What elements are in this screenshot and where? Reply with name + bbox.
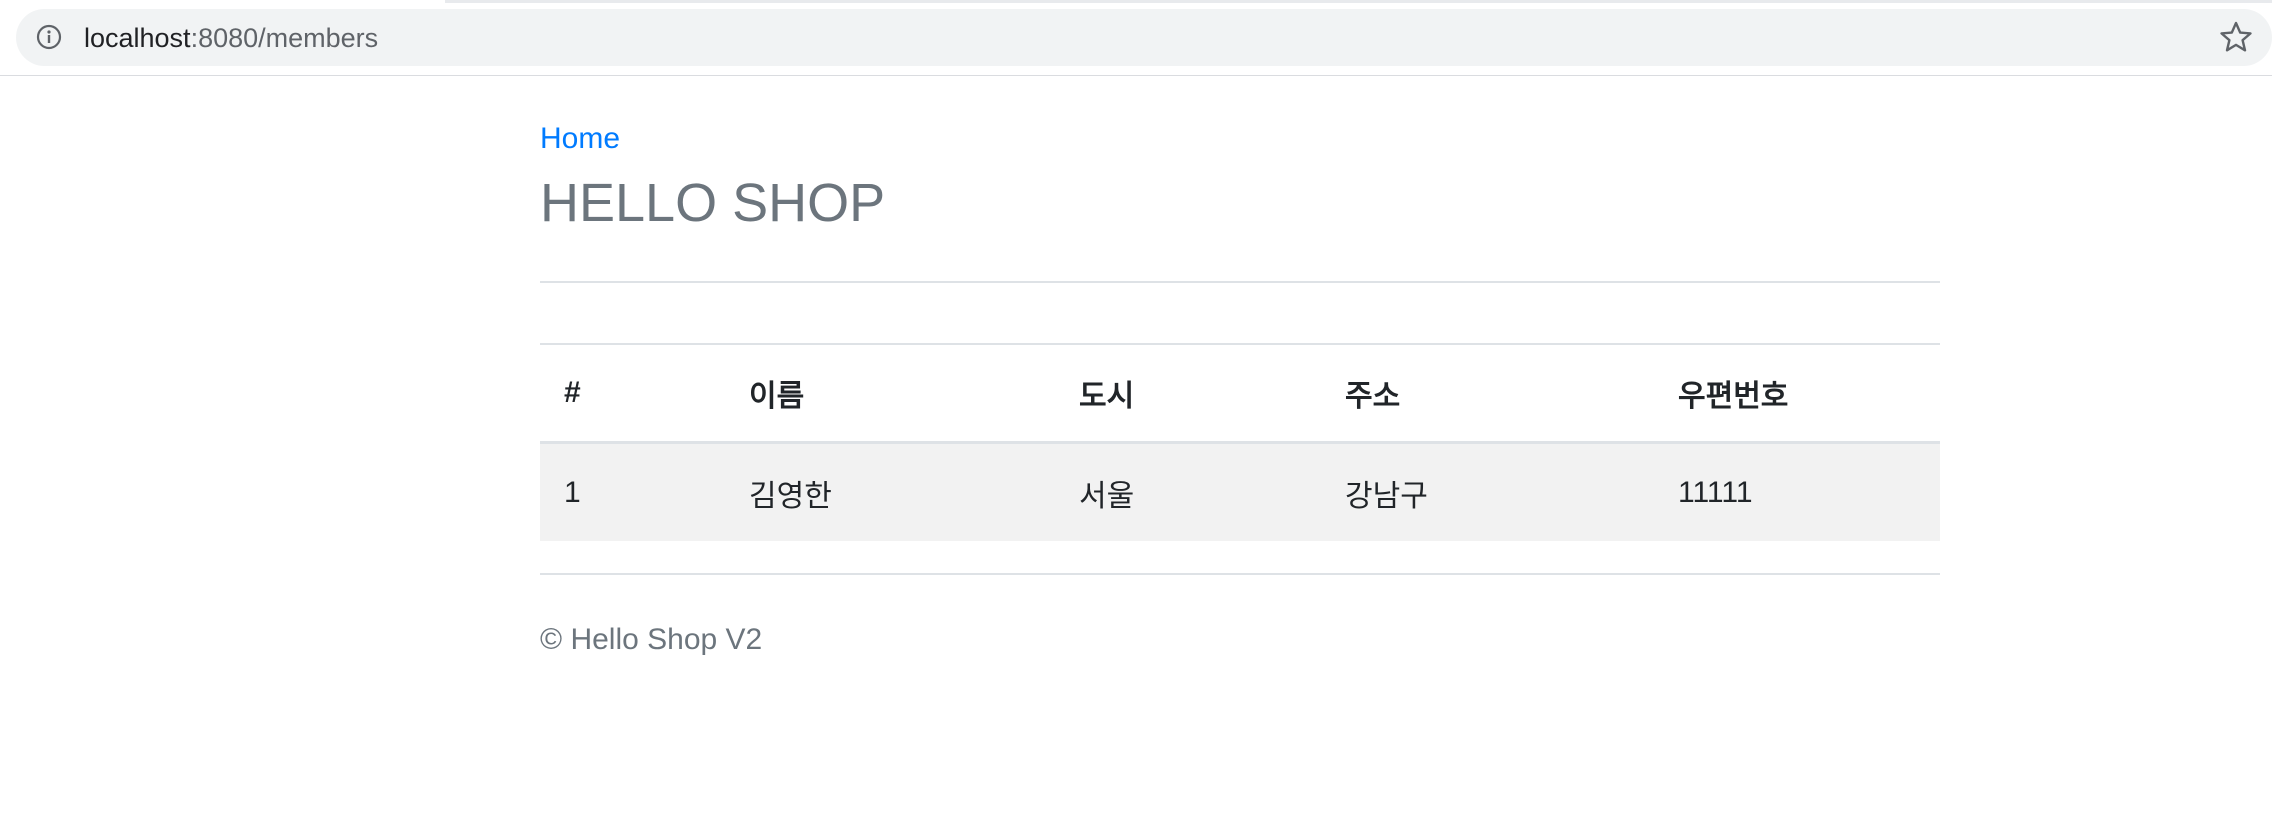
- home-link[interactable]: Home: [540, 121, 620, 157]
- column-header-name: 이름: [725, 343, 1055, 444]
- info-icon[interactable]: [36, 24, 62, 50]
- browser-toolbar: localhost:8080/members: [0, 0, 2272, 76]
- column-header-id: #: [540, 343, 725, 444]
- members-table: # 이름 도시 주소 우편번호 1 김영한 서울 강남구 11111: [540, 343, 1940, 541]
- header-divider: [540, 281, 1940, 283]
- cell-id: 1: [540, 442, 725, 541]
- footer-divider: [540, 573, 1940, 575]
- table-header-row: # 이름 도시 주소 우편번호: [540, 343, 1940, 444]
- star-icon[interactable]: [2219, 20, 2253, 54]
- url-text[interactable]: localhost:8080/members: [84, 20, 378, 56]
- cell-zipcode: 11111: [1654, 442, 1940, 541]
- footer-copyright: © Hello Shop V2: [540, 623, 763, 656]
- column-header-street: 주소: [1321, 343, 1654, 444]
- url-host: localhost: [84, 23, 191, 53]
- table-row: 1 김영한 서울 강남구 11111: [540, 442, 1940, 541]
- column-header-city: 도시: [1055, 343, 1321, 444]
- column-header-zipcode: 우편번호: [1654, 343, 1940, 444]
- url-path: :8080/members: [190, 23, 379, 53]
- cell-street: 강남구: [1321, 442, 1654, 541]
- tab-strip-edge: [445, 0, 2272, 3]
- page-title: HELLO SHOP: [540, 173, 886, 233]
- cell-name: 김영한: [725, 442, 1055, 541]
- cell-city: 서울: [1055, 442, 1321, 541]
